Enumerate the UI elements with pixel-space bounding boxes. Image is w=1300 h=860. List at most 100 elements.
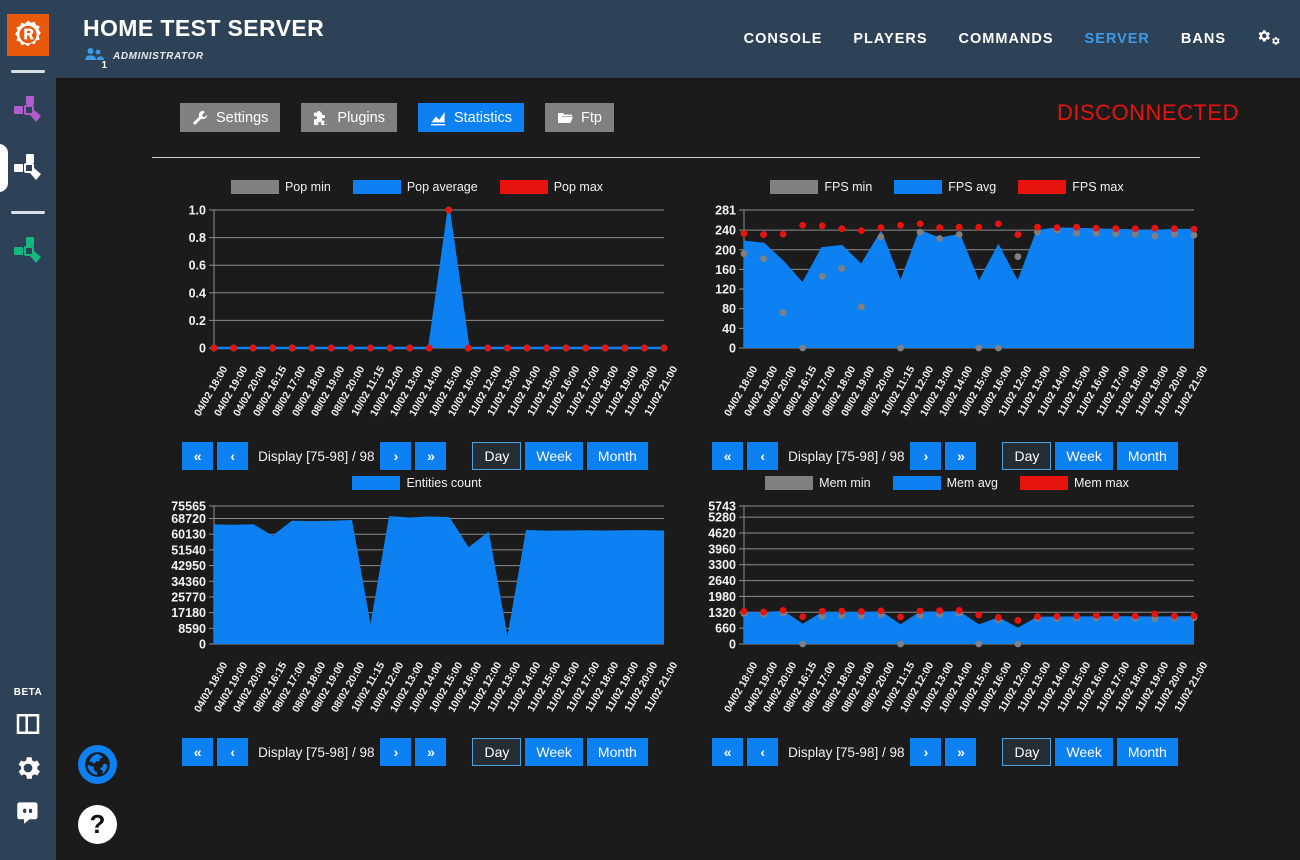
y-tick-label: 5743 — [708, 500, 736, 514]
pager-first-button[interactable]: « — [712, 738, 744, 766]
pager-last-button[interactable]: » — [945, 738, 977, 766]
nav-console[interactable]: CONSOLE — [744, 31, 823, 47]
data-point — [877, 233, 885, 241]
ftp-button[interactable]: Ftp — [544, 103, 614, 132]
pager-prev-button[interactable]: ‹ — [747, 442, 779, 470]
range-button-week[interactable]: Week — [1055, 442, 1113, 470]
y-tick-label: 4620 — [708, 526, 736, 540]
chart-pager: «‹ Display [75-98] / 98 ›» Day Week Month — [152, 442, 682, 470]
pager-first-button[interactable]: « — [712, 442, 744, 470]
data-point — [975, 640, 983, 648]
legend-label: Mem max — [1073, 476, 1129, 490]
wrench-icon — [192, 110, 208, 125]
plugins-button[interactable]: Plugins — [301, 103, 397, 132]
nav-bans[interactable]: BANS — [1181, 31, 1226, 47]
pager-first-button[interactable]: « — [182, 442, 214, 470]
pager-next-button[interactable]: › — [380, 738, 412, 766]
chart-fps: FPS min FPS avg FPS max 0 40 80 120 160 200 240 28… — [682, 174, 1212, 470]
legend-swatch — [1018, 180, 1067, 194]
y-tick-label: 0.2 — [189, 314, 206, 328]
data-point — [877, 224, 885, 232]
data-point — [1151, 610, 1159, 618]
app-logo[interactable] — [7, 14, 49, 56]
data-point — [897, 640, 904, 648]
range-button-week[interactable]: Week — [1055, 738, 1113, 766]
chart-legend: FPS min FPS avg FPS max — [682, 174, 1212, 200]
discord-icon[interactable] — [8, 790, 48, 834]
pager-next-button[interactable]: › — [910, 442, 942, 470]
chart-row: Pop min Pop average Pop max 0 0.2 0.4 0.6 0.8 1.… — [152, 174, 1212, 470]
gear-icon[interactable] — [8, 746, 48, 790]
range-button-month[interactable]: Month — [1116, 738, 1178, 766]
pager-next-button[interactable]: › — [910, 738, 942, 766]
nav-commands[interactable]: COMMANDS — [959, 31, 1054, 47]
pager-prev-button[interactable]: ‹ — [217, 442, 249, 470]
settings-button[interactable]: Settings — [180, 103, 281, 132]
rail-server-purple[interactable] — [0, 81, 56, 139]
range-button-day[interactable]: Day — [472, 442, 522, 470]
chart-pop: Pop min Pop average Pop max 0 0.2 0.4 0.6 0.8 1.… — [152, 174, 682, 470]
range-button-day[interactable]: Day — [1002, 738, 1052, 766]
pager-last-button[interactable]: » — [415, 738, 447, 766]
chart-mem: Mem min Mem avg Mem max 0 660 1320 1980 2640 330… — [682, 470, 1212, 766]
pager-first-button[interactable]: « — [182, 738, 214, 766]
nav-players[interactable]: PLAYERS — [853, 31, 927, 47]
y-tick-label: 0 — [199, 342, 206, 356]
y-tick-label: 8590 — [178, 622, 206, 636]
chart-legend: Entities count — [152, 470, 682, 496]
range-button-day[interactable]: Day — [1002, 442, 1052, 470]
legend-label: FPS max — [1072, 180, 1124, 194]
data-point — [857, 608, 865, 615]
data-point — [230, 344, 237, 352]
data-point — [955, 231, 963, 238]
pager-last-button[interactable]: » — [945, 442, 977, 470]
pager-prev-button[interactable]: ‹ — [217, 738, 249, 766]
legend-label: Pop max — [553, 180, 604, 194]
data-point — [1073, 229, 1081, 237]
pager-next-button[interactable]: › — [380, 442, 412, 470]
y-tick-label: 80 — [722, 302, 736, 316]
range-button-month[interactable]: Month — [1116, 442, 1178, 470]
y-tick-label: 0.8 — [189, 231, 206, 245]
data-point — [210, 344, 218, 352]
y-tick-label: 42950 — [171, 559, 206, 573]
range-selector: Day Week Month — [1002, 442, 1181, 470]
data-point — [818, 272, 826, 280]
data-point — [799, 613, 807, 621]
rail-server-white[interactable] — [0, 139, 56, 197]
statistics-button[interactable]: Statistics — [417, 103, 524, 132]
data-point — [779, 230, 787, 238]
legend-swatch — [765, 476, 814, 490]
y-tick-label: 0.4 — [189, 286, 206, 300]
range-button-week[interactable]: Week — [525, 442, 583, 470]
help-icon[interactable]: ? — [78, 805, 117, 844]
legend-label: Mem avg — [946, 476, 998, 490]
nav-server[interactable]: SERVER — [1085, 31, 1150, 47]
plot-svg: 0 40 80 120 160 200 240 281 — [715, 204, 1198, 356]
legend-label: FPS avg — [948, 180, 997, 194]
chart-pager: «‹ Display [75-98] / 98 ›» Day Week Month — [682, 442, 1212, 470]
data-point — [1073, 612, 1081, 620]
x-axis: 04/02 18:00 04/02 19:00 04/02 20:00 08/02 1… — [152, 362, 682, 434]
range-button-month[interactable]: Month — [586, 738, 648, 766]
legend-entry: FPS avg — [894, 180, 1018, 194]
pager-last-button[interactable]: » — [415, 442, 447, 470]
data-point — [269, 344, 277, 352]
data-point — [779, 606, 787, 614]
data-point — [916, 228, 924, 236]
range-button-day[interactable]: Day — [472, 738, 522, 766]
data-point — [838, 225, 846, 233]
rail-server-green[interactable] — [0, 222, 56, 280]
legend-swatch — [892, 476, 941, 490]
layout-columns-icon[interactable] — [8, 702, 48, 746]
pager-prev-button[interactable]: ‹ — [747, 738, 779, 766]
settings-gears-icon[interactable] — [1257, 28, 1282, 49]
globe-icon[interactable] — [78, 745, 117, 784]
legend-swatch — [352, 476, 401, 490]
range-button-month[interactable]: Month — [586, 442, 648, 470]
legend-swatch — [230, 180, 279, 194]
data-point — [897, 221, 904, 229]
range-button-week[interactable]: Week — [525, 738, 583, 766]
x-axis: 04/02 18:00 04/02 19:00 04/02 20:00 08/02 1… — [682, 658, 1212, 730]
rust-r-logo-icon — [15, 20, 41, 47]
